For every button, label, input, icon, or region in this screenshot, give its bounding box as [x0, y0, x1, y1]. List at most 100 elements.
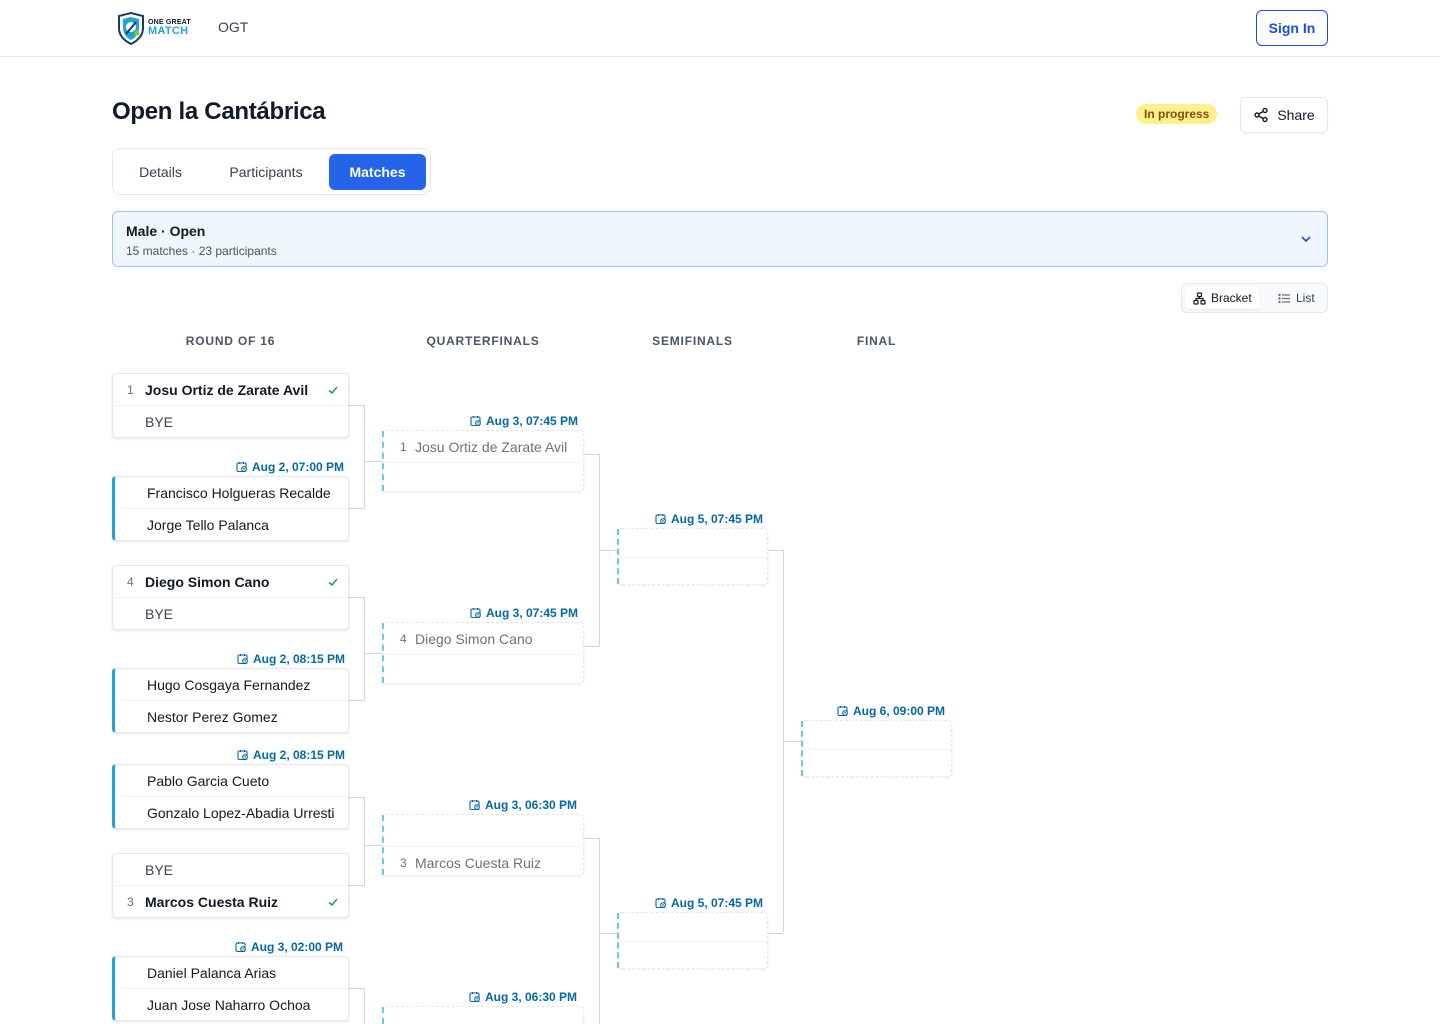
calendar-clock-icon — [837, 706, 848, 717]
calendar-clock-icon — [237, 750, 248, 761]
sign-in-button[interactable]: Sign In — [1256, 10, 1328, 46]
match-card-sf-2[interactable] — [617, 912, 768, 969]
winner-check-icon — [328, 578, 338, 587]
player-name: Diego Simon Cano — [415, 630, 533, 647]
match-slot — [802, 721, 951, 750]
match-schedule: Aug 3, 06:30 PM — [469, 990, 577, 1004]
bracket-connector-line — [349, 797, 365, 798]
match-card-qf-4[interactable] — [382, 1006, 584, 1024]
match-slot: 1 Josu Ortiz de Zarate Avil — [113, 374, 348, 406]
nav-link-ogt[interactable]: OGT — [218, 19, 248, 35]
bracket-connector-line — [599, 838, 600, 1024]
match-date: Aug 3, 06:30 PM — [485, 990, 578, 1004]
match-slot: Hugo Cosgaya Fernandez — [115, 669, 348, 701]
share-button[interactable]: Share — [1240, 97, 1328, 133]
match-card-r16-1[interactable]: 1 Josu Ortiz de Zarate Avil BYE — [112, 373, 349, 438]
match-slot: Juan Jose Naharro Ochoa — [115, 989, 348, 1021]
round-label-quarterfinals: QUARTERFINALS — [426, 334, 540, 348]
match-card-final[interactable] — [801, 720, 952, 777]
list-view-label: List — [1296, 291, 1315, 305]
match-date: Aug 3, 07:45 PM — [486, 606, 579, 620]
tab-bar: Details Participants Matches — [112, 148, 431, 195]
player-name: BYE — [145, 861, 174, 878]
bracket-connector-line — [584, 838, 599, 839]
match-card-r16-7[interactable]: Daniel Palanca Arias Juan Jose Naharro O… — [112, 956, 349, 1021]
match-date: Aug 5, 07:45 PM — [671, 896, 764, 910]
match-slot: Jorge Tello Palanca — [115, 509, 348, 541]
tab-participants[interactable]: Participants — [206, 154, 326, 190]
category-select[interactable]: Male · Open 15 matches · 23 participants — [112, 211, 1328, 267]
status-badge: In progress — [1136, 104, 1218, 124]
view-toggle: Bracket List — [1181, 283, 1328, 313]
match-card-r16-4[interactable]: Hugo Cosgaya Fernandez Nestor Perez Gome… — [112, 668, 349, 733]
player-name: Hugo Cosgaya Fernandez — [147, 676, 311, 693]
match-card-sf-1[interactable] — [617, 528, 768, 585]
player-name: Gonzalo Lopez-Abadia Urresti — [147, 805, 335, 821]
match-schedule: Aug 2, 07:00 PM — [236, 460, 344, 474]
player-name: Josu Ortiz de Zarate Avil — [415, 438, 568, 455]
match-slot — [618, 529, 767, 558]
match-slot — [618, 913, 767, 942]
seed-number: 4 — [400, 631, 407, 646]
match-card-r16-6[interactable]: BYE 3 Marcos Cuesta Ruiz — [112, 853, 349, 918]
calendar-clock-icon — [655, 514, 666, 525]
bracket-connector-line — [599, 550, 617, 551]
match-slot — [383, 815, 583, 847]
bracket-connector-line — [349, 508, 365, 509]
bracket-connector-line — [349, 885, 365, 886]
match-schedule: Aug 5, 07:45 PM — [655, 896, 763, 910]
bracket-connector-line — [364, 597, 365, 700]
match-slot: 3 Marcos Cuesta Ruiz — [113, 886, 348, 918]
tab-matches[interactable]: Matches — [329, 154, 426, 190]
chevron-down-icon — [1301, 236, 1311, 243]
calendar-clock-icon — [235, 942, 246, 953]
list-view-button[interactable]: List — [1270, 287, 1323, 309]
seed-number: 1 — [400, 439, 407, 454]
match-card-qf-1[interactable]: 1 Josu Ortiz de Zarate Avil — [382, 430, 584, 492]
calendar-clock-icon — [469, 800, 480, 811]
match-slot: 1 Josu Ortiz de Zarate Avil — [383, 431, 583, 463]
calendar-clock-icon — [237, 654, 248, 665]
bracket-connector-line — [768, 550, 783, 551]
bracket-connector-line — [349, 700, 365, 701]
category-subtitle: 15 matches · 23 participants — [126, 244, 277, 258]
bracket-connector-line — [364, 797, 365, 885]
match-date: Aug 6, 09:00 PM — [853, 704, 946, 718]
winner-check-icon — [328, 898, 338, 907]
match-schedule: Aug 6, 09:00 PM — [837, 704, 945, 718]
match-date: Aug 5, 07:45 PM — [671, 512, 764, 526]
round-label-semifinals: SEMIFINALS — [652, 334, 733, 348]
category-title: Male · Open — [126, 223, 206, 239]
match-date: Aug 2, 08:15 PM — [253, 748, 346, 762]
match-slot: Francisco Holgueras Recalde — [115, 477, 348, 509]
seed-number: 4 — [127, 574, 134, 589]
bracket-connector-line — [349, 405, 365, 406]
player-name: Diego Simon Cano — [145, 573, 270, 590]
calendar-clock-icon — [470, 416, 481, 427]
tab-details[interactable]: Details — [118, 154, 203, 190]
match-slot: 4 Diego Simon Cano — [113, 566, 348, 598]
match-slot: Nestor Perez Gomez — [115, 701, 348, 733]
bracket-connector-line — [584, 454, 599, 455]
player-name: Nestor Perez Gomez — [147, 709, 278, 725]
match-card-r16-2[interactable]: Francisco Holgueras Recalde Jorge Tello … — [112, 476, 349, 541]
match-card-qf-2[interactable]: 4 Diego Simon Cano — [382, 622, 584, 684]
player-name: Daniel Palanca Arias — [147, 964, 277, 981]
match-date: Aug 2, 07:00 PM — [252, 460, 345, 474]
bracket-view-button[interactable]: Bracket — [1185, 287, 1260, 309]
bracket-connector-line — [364, 988, 365, 1024]
logo-wordmark: ONE GREAT MATCH — [148, 19, 191, 37]
match-card-qf-3[interactable]: 3 Marcos Cuesta Ruiz — [382, 814, 584, 876]
share-icon — [1254, 107, 1269, 123]
match-card-r16-5[interactable]: Pablo Garcia Cueto Gonzalo Lopez-Abadia … — [112, 764, 349, 829]
match-card-r16-3[interactable]: 4 Diego Simon Cano BYE — [112, 565, 349, 630]
winner-check-icon — [328, 386, 338, 395]
player-name: BYE — [145, 414, 174, 430]
match-date: Aug 3, 06:30 PM — [485, 798, 578, 812]
round-label-r16: ROUND OF 16 — [185, 334, 276, 348]
seed-number: 3 — [127, 895, 134, 909]
match-schedule: Aug 3, 06:30 PM — [469, 798, 577, 812]
share-label: Share — [1277, 107, 1315, 123]
calendar-clock-icon — [469, 992, 480, 1003]
match-schedule: Aug 2, 08:15 PM — [237, 748, 345, 762]
